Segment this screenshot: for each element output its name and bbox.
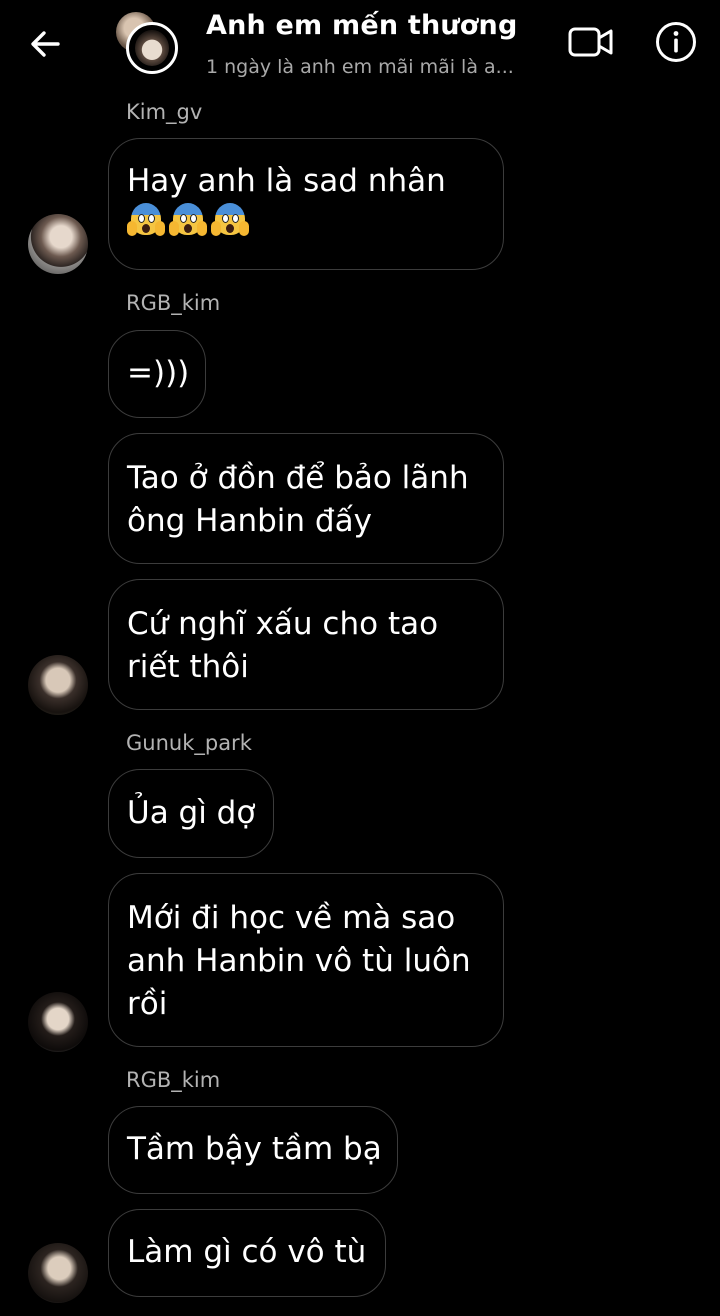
sender-name: Kim_gv <box>126 100 203 124</box>
message-text: Mới đi học về mà sao <box>127 900 456 936</box>
message-text: rồi <box>127 986 168 1022</box>
message-bubble[interactable]: Tầm bậy tầm bạ <box>108 1106 398 1194</box>
message-bubble[interactable]: Tao ở đồn để bảo lãnh ông Hanbin đấy <box>108 433 504 564</box>
chat-screen: Anh em mến thương 1 ngày là anh em mãi m… <box>0 0 720 1316</box>
message-text: Tao ở đồn để bảo lãnh <box>127 460 469 496</box>
chat-header: Anh em mến thương 1 ngày là anh em mãi m… <box>0 0 720 95</box>
face-screaming-in-fear-emoji <box>169 203 207 241</box>
member-avatar-front <box>126 22 178 74</box>
message-text: Hay anh là sad nhân <box>127 163 446 199</box>
message-bubble[interactable]: Mới đi học về mà sao anh Hanbin vô tù lu… <box>108 873 504 1047</box>
message-emojis <box>127 203 485 247</box>
message-bubble[interactable]: Hay anh là sad nhân <box>108 138 504 270</box>
message-bubble[interactable]: Làm gì có vô tù <box>108 1209 386 1297</box>
message-text: riết thôi <box>127 649 249 685</box>
chat-subtitle[interactable]: 1 ngày là anh em mãi mãi là a... <box>206 56 514 78</box>
sender-name: RGB_kim <box>126 291 221 315</box>
message-text: Cứ nghĩ xấu cho tao <box>127 606 439 642</box>
chat-title[interactable]: Anh em mến thương <box>206 10 518 41</box>
face-screaming-in-fear-emoji <box>211 203 249 241</box>
message-bubble[interactable]: =))) <box>108 330 206 418</box>
message-bubble[interactable]: Ủa gì dợ <box>108 769 274 858</box>
message-text: ông Hanbin đấy <box>127 503 372 539</box>
avatar[interactable] <box>28 214 88 274</box>
sender-name: Gunuk_park <box>126 731 252 755</box>
message-bubble[interactable]: Cứ nghĩ xấu cho tao riết thôi <box>108 579 504 710</box>
avatar[interactable] <box>28 992 88 1052</box>
sender-name: RGB_kim <box>126 1068 221 1092</box>
video-call-button[interactable] <box>567 22 615 62</box>
avatar[interactable] <box>28 655 88 715</box>
avatar[interactable] <box>28 1243 88 1303</box>
info-circle-icon <box>656 22 696 62</box>
message-text: anh Hanbin vô tù luôn <box>127 943 471 979</box>
video-camera-icon <box>568 27 613 57</box>
info-button[interactable] <box>654 20 698 64</box>
message-text: Ủa gì dợ <box>127 795 256 831</box>
arrow-left-icon <box>31 31 60 57</box>
message-text: Làm gì có vô tù <box>127 1234 367 1270</box>
message-text: Tầm bậy tầm bạ <box>127 1131 382 1167</box>
back-button[interactable] <box>24 24 68 64</box>
message-text: =))) <box>127 355 190 391</box>
group-avatar[interactable] <box>116 12 182 78</box>
face-screaming-in-fear-emoji <box>127 203 165 241</box>
